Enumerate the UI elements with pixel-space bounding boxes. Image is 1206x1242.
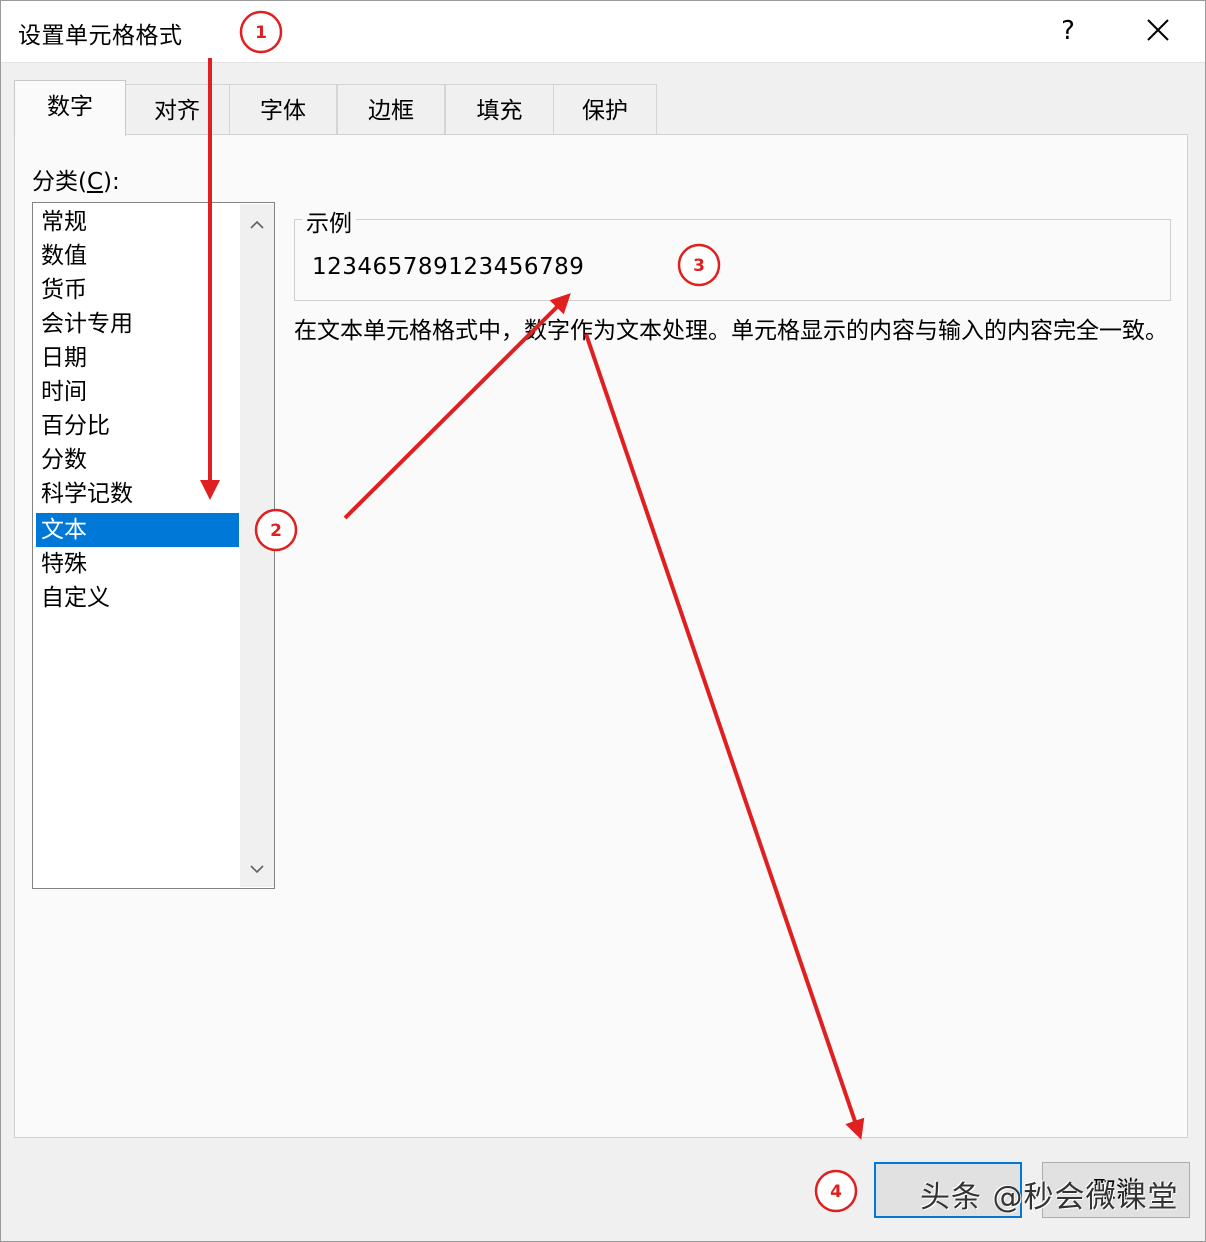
format-description: 在文本单元格格式中，数字作为文本处理。单元格显示的内容与输入的内容完全一致。 <box>294 318 1168 344</box>
list-item[interactable]: 科学记数 <box>36 477 239 511</box>
tab-font[interactable]: 字体 <box>229 84 337 134</box>
category-label: 分类(C): <box>32 169 120 195</box>
list-item[interactable]: 数值 <box>36 239 239 273</box>
cancel-button[interactable]: 取消 <box>1042 1162 1190 1218</box>
annotation-marker-4: 4 <box>814 1169 858 1213</box>
svg-text:4: 4 <box>830 1182 842 1202</box>
list-item[interactable]: 特殊 <box>36 547 239 581</box>
dialog-title: 设置单元格格式 <box>18 23 183 49</box>
tab-alignment[interactable]: 对齐 <box>124 84 230 134</box>
close-button[interactable] <box>1130 8 1186 54</box>
chevron-up-icon[interactable] <box>248 216 266 234</box>
list-item[interactable]: 百分比 <box>36 409 239 443</box>
sample-value: 123465789123456789 <box>312 254 585 280</box>
tab-fill[interactable]: 填充 <box>445 84 554 134</box>
list-item[interactable]: 货币 <box>36 273 239 307</box>
close-icon <box>1147 19 1169 41</box>
list-item[interactable]: 会计专用 <box>36 307 239 341</box>
tab-protection[interactable]: 保护 <box>553 84 657 134</box>
list-item[interactable]: 日期 <box>36 341 239 375</box>
list-item[interactable]: 常规 <box>36 205 239 239</box>
category-listbox[interactable]: 常规 数值 货币 会计专用 日期 时间 百分比 分数 科学记数 文本 特殊 自定… <box>32 202 275 889</box>
tab-border[interactable]: 边框 <box>337 84 445 134</box>
list-item[interactable]: 分数 <box>36 443 239 477</box>
tab-number[interactable]: 数字 <box>14 80 126 136</box>
chevron-down-icon[interactable] <box>248 860 266 878</box>
list-item-selected[interactable]: 文本 <box>36 513 239 547</box>
title-bar: 设置单元格格式 ? <box>0 0 1206 63</box>
sample-legend: 示例 <box>302 204 356 238</box>
help-button[interactable]: ? <box>1040 8 1096 54</box>
ok-button[interactable] <box>874 1162 1022 1218</box>
category-scrollbar[interactable] <box>240 204 274 887</box>
list-item[interactable]: 时间 <box>36 375 239 409</box>
list-item[interactable]: 自定义 <box>36 581 239 615</box>
